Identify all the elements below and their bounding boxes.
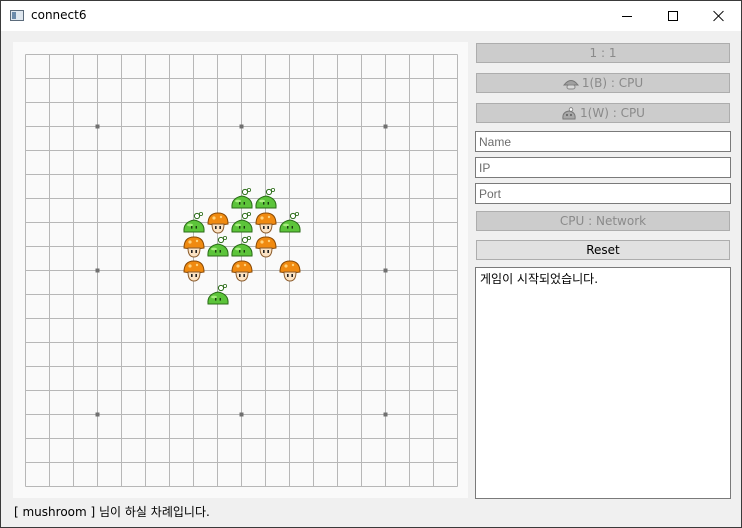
- player-white-button[interactable]: 1(W) : CPU: [476, 103, 730, 123]
- log-text: 게임이 시작되었습니다.: [480, 272, 599, 286]
- minimize-icon: [622, 16, 632, 17]
- mushroom-icon: [562, 79, 579, 89]
- status-bar-text: [ mushroom ] 님이 하실 차례입니다.: [14, 505, 210, 519]
- close-icon: [713, 8, 725, 24]
- message-log[interactable]: 게임이 시작되었습니다.: [475, 267, 731, 499]
- slime-stone: [254, 187, 278, 211]
- reset-label: Reset: [586, 243, 620, 257]
- slime-stone: [230, 211, 254, 235]
- star-point: [239, 412, 244, 417]
- title-bar[interactable]: connect6: [1, 1, 741, 31]
- mushroom-stone: [254, 211, 278, 235]
- player-white-label: 1(W) : CPU: [580, 106, 645, 120]
- maximize-icon: [668, 11, 678, 21]
- mushroom-stone: [206, 211, 230, 235]
- reset-button[interactable]: Reset: [476, 240, 730, 260]
- star-point: [383, 124, 388, 129]
- slime-stone: [278, 211, 302, 235]
- slime-stone: [230, 187, 254, 211]
- slime-stone: [182, 211, 206, 235]
- slime-stone: [230, 235, 254, 259]
- app-window-icon: [10, 10, 24, 21]
- slime-stone: [206, 283, 230, 307]
- board-panel: [13, 42, 468, 498]
- ip-field[interactable]: [475, 157, 731, 178]
- mushroom-stone: [278, 259, 302, 283]
- mushroom-stone: [182, 259, 206, 283]
- score-button[interactable]: 1 : 1: [476, 43, 730, 63]
- port-field[interactable]: [475, 183, 731, 204]
- minimize-button[interactable]: [604, 1, 650, 31]
- star-point: [383, 268, 388, 273]
- app-window: connect6 1: 1 1(B): CPU 1(W): CPU Nam…: [0, 0, 742, 528]
- mode-button[interactable]: CPU : Network: [476, 211, 730, 231]
- slime-icon: [562, 106, 576, 119]
- star-point: [95, 124, 100, 129]
- star-point: [239, 124, 244, 129]
- name-field[interactable]: [475, 131, 731, 152]
- mushroom-stone: [230, 259, 254, 283]
- mushroom-stone: [182, 235, 206, 259]
- star-point: [383, 412, 388, 417]
- close-button[interactable]: [696, 1, 742, 31]
- star-point: [95, 268, 100, 273]
- mushroom-stone: [254, 235, 278, 259]
- mode-label: CPU : Network: [559, 214, 647, 228]
- star-point: [95, 412, 100, 417]
- player-black-label: 1(B) : CPU: [581, 76, 644, 90]
- score-label: 1 : 1: [589, 46, 617, 60]
- window-title: connect6: [31, 8, 87, 22]
- slime-stone: [206, 235, 230, 259]
- maximize-button[interactable]: [650, 1, 696, 31]
- player-black-button[interactable]: 1(B) : CPU: [476, 73, 730, 93]
